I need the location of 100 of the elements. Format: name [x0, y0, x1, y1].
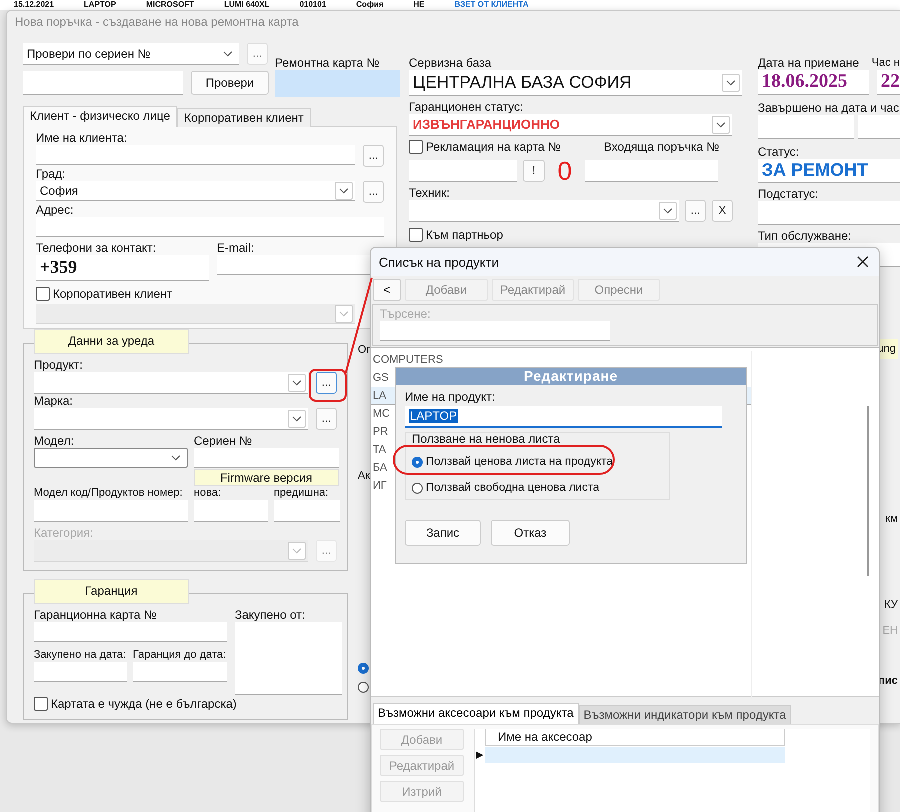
chevron-down-icon — [171, 455, 181, 461]
substatus-field[interactable] — [758, 201, 900, 225]
dialog-title: Редактиране — [396, 368, 746, 385]
field-label: Статус: — [758, 145, 800, 159]
table-cell: LAPTOP — [84, 0, 116, 10]
check-button[interactable]: Провери — [191, 71, 269, 95]
purchased-from-field[interactable] — [235, 622, 342, 695]
row-indicator: ▶ — [475, 748, 485, 760]
client-tab[interactable]: Клиент - физическо лице — [23, 106, 178, 127]
table-cell: LUMI 640XL — [224, 0, 270, 10]
field-label: Завършено на дата и час: — [758, 101, 900, 115]
completed-time-field[interactable] — [858, 115, 900, 139]
alert-button[interactable]: ! — [523, 160, 545, 182]
brand-dropdown[interactable] — [34, 408, 308, 430]
product-name-field[interactable]: LAPTOP — [405, 406, 722, 428]
radio-button[interactable] — [358, 682, 369, 693]
checkbox-label: Към партньор — [426, 228, 504, 242]
annotation-outline — [309, 369, 347, 402]
checkbox-label: Картата е чужда (не е българска) — [51, 697, 237, 711]
search-field[interactable] — [380, 321, 610, 341]
table-cell: НЕ — [414, 0, 425, 10]
client-name-field[interactable] — [36, 145, 355, 165]
field-label: Гаранция до дата: — [133, 648, 227, 662]
field-label: Град: — [36, 167, 67, 181]
field-label: Категория: — [34, 526, 94, 540]
close-icon[interactable] — [857, 256, 869, 268]
dialog-button[interactable]: Запис — [405, 520, 481, 546]
field-label: Сервизна база — [409, 55, 493, 70]
check-mode-dropdown[interactable]: Провери по сериен № — [23, 43, 239, 65]
field-label: Гаранционна карта № — [34, 608, 158, 622]
purchase-date-field[interactable] — [34, 662, 127, 682]
radio-label: Ползвай ценова листа на продукта — [426, 456, 614, 468]
client-tab[interactable]: Корпоративен клиент — [177, 108, 311, 127]
list-item[interactable]: COMPUTERS — [371, 351, 751, 369]
warranty-card-field[interactable] — [34, 622, 227, 642]
accessory-tab[interactable]: Възможни индикатори към продукта — [578, 705, 792, 724]
previous-firmware-field[interactable] — [274, 500, 340, 522]
field-label: Ак — [358, 469, 372, 483]
back-button[interactable]: < — [373, 279, 401, 301]
checkbox[interactable] — [34, 697, 48, 711]
complaint-count: 0 — [556, 158, 574, 184]
table-cell[interactable] — [485, 746, 785, 762]
field-label: Име на клиента: — [36, 131, 128, 145]
table-cell: MICROSOFT — [146, 0, 194, 10]
clear-button[interactable]: X — [712, 200, 733, 222]
checkbox-label: Корпоративен клиент — [53, 286, 173, 300]
address-field[interactable] — [36, 217, 384, 237]
technician-dropdown[interactable] — [409, 200, 679, 222]
warranty-status-dropdown[interactable]: ИЗВЪНГАРАНЦИОННО — [409, 114, 732, 136]
repair-card-field[interactable] — [275, 70, 400, 97]
radio-button[interactable] — [412, 456, 423, 468]
field-label: Сериен № — [194, 434, 254, 448]
scrollbar[interactable] — [867, 406, 869, 576]
model-dropdown[interactable] — [34, 448, 188, 468]
table-cell: 15.12.2021 — [14, 0, 54, 10]
new-firmware-field[interactable] — [194, 500, 268, 522]
checkbox[interactable] — [409, 140, 423, 154]
status-field[interactable]: ЗА РЕМОНТ — [758, 159, 900, 183]
more-button[interactable]: ... — [363, 181, 384, 203]
group-header: Гаранция — [34, 579, 189, 604]
checkbox[interactable] — [409, 228, 423, 242]
field-label: Подстатус: — [758, 187, 820, 201]
radio-button[interactable] — [412, 482, 423, 494]
field-label: Тип обслужване: — [758, 229, 852, 243]
field-label: Гаранционен статус: — [409, 100, 525, 114]
more-button[interactable]: ... — [316, 372, 337, 394]
radio-button[interactable] — [358, 663, 369, 674]
table-cell: София — [356, 0, 384, 10]
field-label: ЕН — [882, 624, 898, 639]
checkbox-label: Рекламация на карта № — [426, 140, 562, 154]
city-dropdown[interactable]: София — [36, 181, 355, 201]
field-label: предишна: — [274, 486, 330, 500]
incoming-order-field[interactable] — [585, 160, 718, 182]
service-base-dropdown[interactable]: ЦЕНТРАЛНА БАЗА СОФИЯ — [409, 70, 742, 96]
serial-number-field[interactable] — [194, 448, 339, 468]
field-label: Техник: — [409, 186, 451, 200]
completed-date-field[interactable] — [758, 115, 854, 139]
more-button[interactable]: ... — [363, 145, 384, 167]
accessory-tab[interactable]: Възможни аксесоари към продукта — [373, 703, 579, 724]
phone-field[interactable]: +359 — [36, 255, 209, 281]
product-dropdown[interactable] — [34, 372, 308, 394]
dialog-title: Списък на продукти — [379, 254, 499, 270]
checkbox[interactable] — [36, 286, 50, 300]
more-button[interactable]: ... — [316, 408, 337, 430]
field-label: Входяща поръчка № — [604, 140, 720, 154]
serial-field[interactable] — [23, 71, 183, 95]
search-label: Търсене: — [380, 307, 432, 321]
chevron-down-icon — [716, 122, 726, 128]
field-label: нова: — [194, 486, 222, 500]
complaint-card-field[interactable] — [409, 160, 517, 182]
received-date-field[interactable]: 18.06.2025 — [758, 70, 869, 95]
more-button[interactable]: ... — [247, 43, 268, 65]
field-label: Марка: — [34, 394, 74, 408]
model-code-field[interactable] — [34, 500, 188, 522]
chevron-down-icon — [339, 310, 349, 316]
field-label: Дата на приемане — [758, 56, 860, 70]
received-time-field[interactable]: 22 — [877, 70, 900, 95]
dialog-button[interactable]: Отказ — [491, 520, 570, 546]
more-button[interactable]: ... — [685, 200, 706, 222]
warranty-until-field[interactable] — [133, 662, 227, 682]
